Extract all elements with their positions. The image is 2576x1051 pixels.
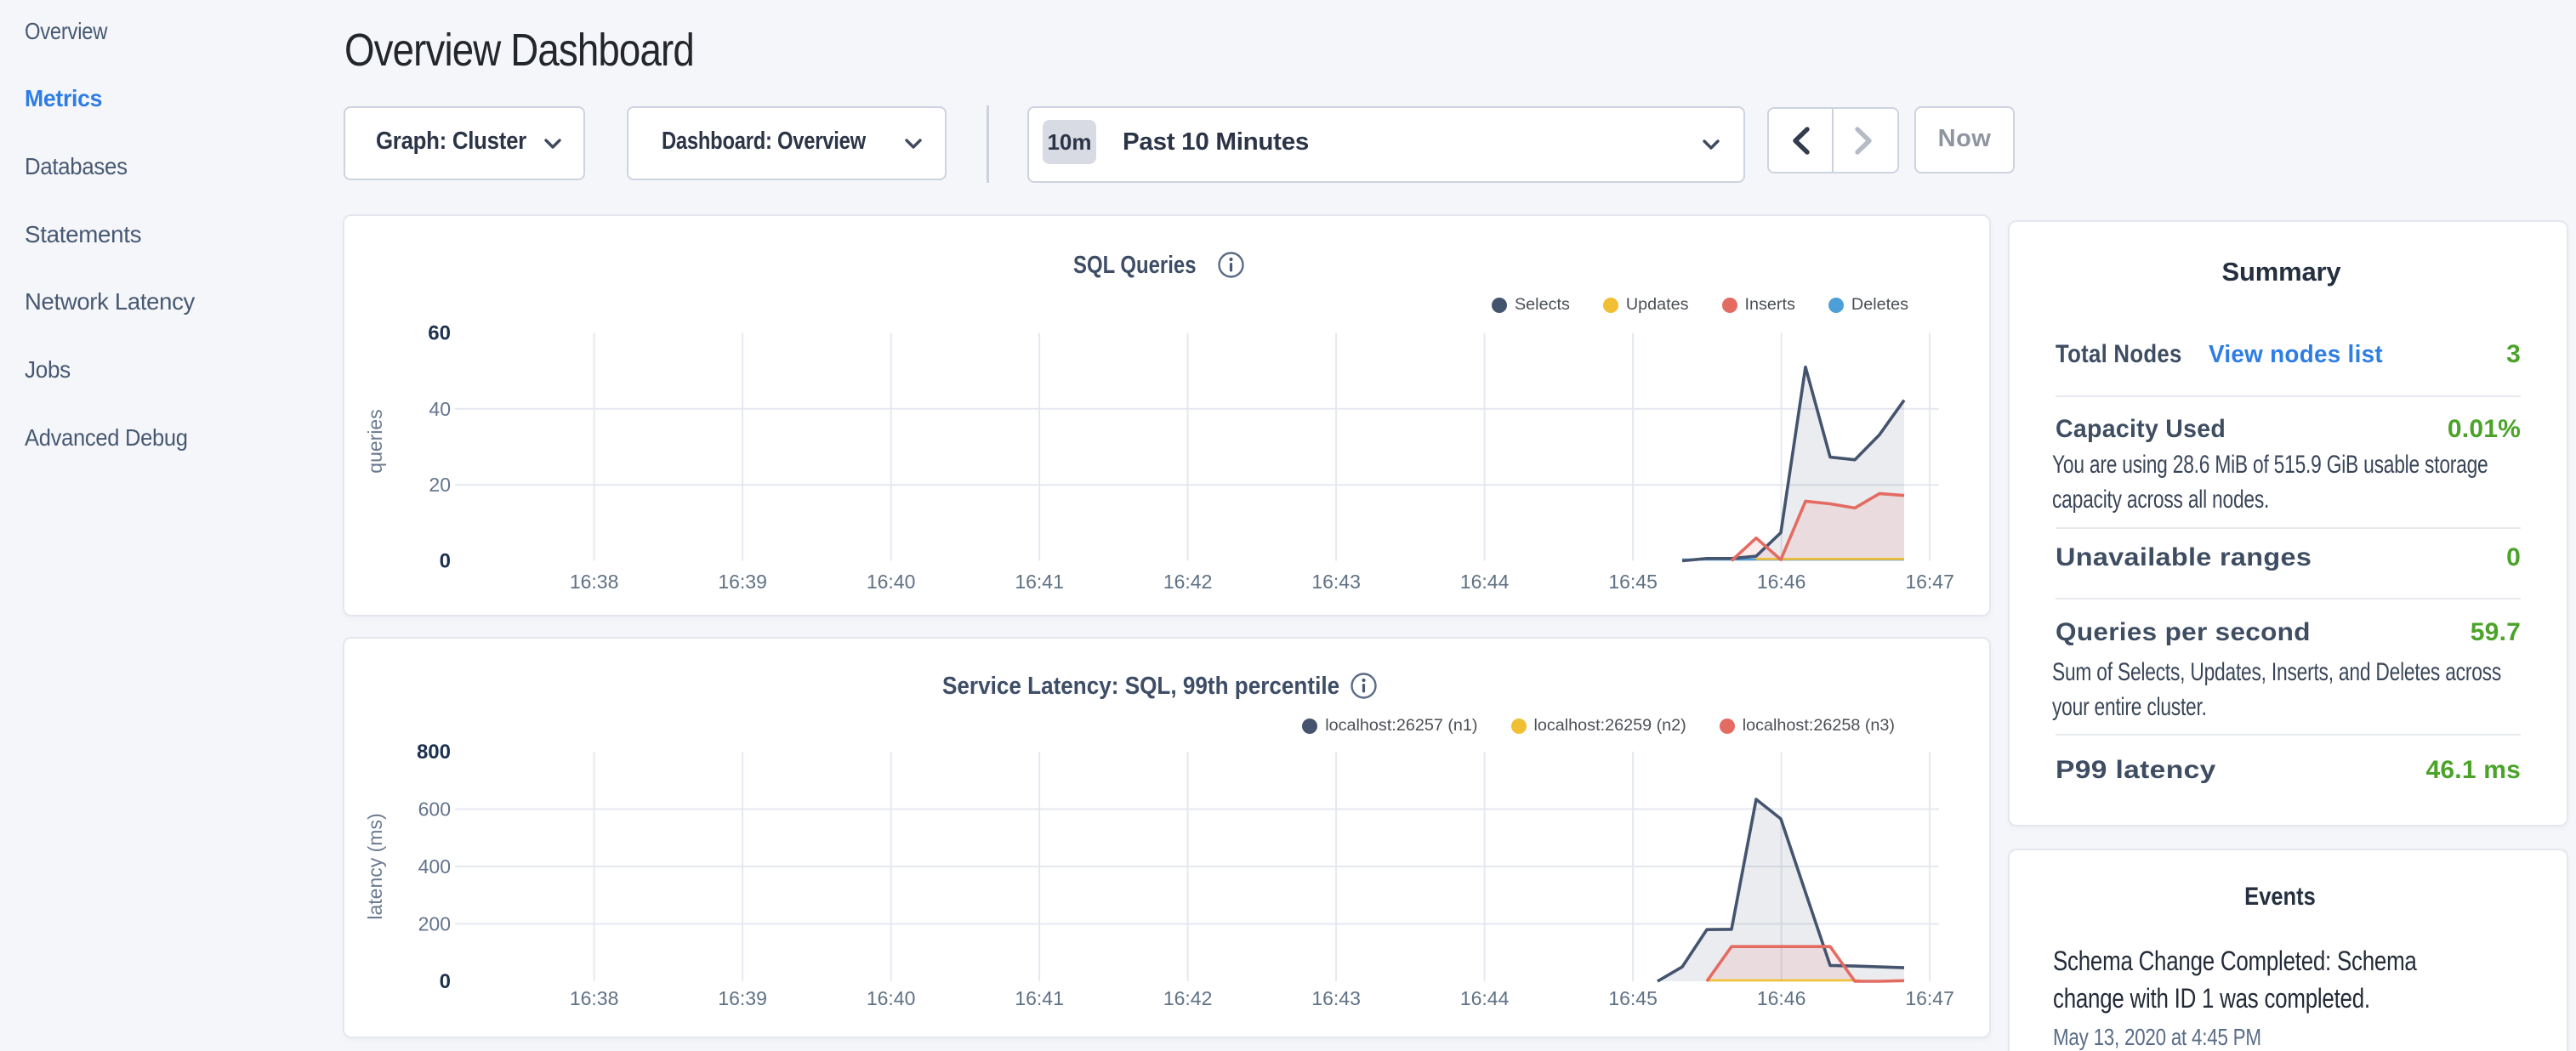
svg-text:queries: queries [364, 409, 386, 473]
svg-text:16:46: 16:46 [1757, 571, 1806, 593]
svg-text:16:39: 16:39 [718, 571, 767, 593]
svg-text:16:46: 16:46 [1757, 987, 1806, 1009]
svg-text:16:43: 16:43 [1311, 987, 1361, 1009]
svg-text:60: 60 [428, 322, 451, 345]
svg-text:latency (ms): latency (ms) [364, 813, 386, 919]
svg-text:200: 200 [418, 913, 451, 935]
svg-text:16:38: 16:38 [570, 987, 619, 1009]
svg-text:16:47: 16:47 [1905, 987, 1954, 1009]
svg-text:16:44: 16:44 [1460, 571, 1510, 593]
svg-text:16:39: 16:39 [718, 987, 767, 1009]
svg-text:600: 600 [418, 798, 451, 821]
svg-text:400: 400 [418, 855, 451, 878]
svg-text:40: 40 [429, 398, 451, 420]
svg-text:16:41: 16:41 [1015, 987, 1064, 1009]
svg-text:16:43: 16:43 [1311, 571, 1361, 593]
svg-text:16:41: 16:41 [1015, 571, 1064, 593]
svg-text:16:42: 16:42 [1163, 987, 1213, 1009]
svg-text:16:47: 16:47 [1905, 571, 1954, 593]
svg-text:16:44: 16:44 [1460, 987, 1510, 1009]
svg-text:16:40: 16:40 [867, 987, 916, 1009]
svg-text:16:42: 16:42 [1163, 571, 1213, 593]
svg-text:16:45: 16:45 [1608, 987, 1658, 1009]
svg-text:16:38: 16:38 [570, 571, 619, 593]
svg-text:0: 0 [440, 550, 451, 573]
svg-text:0: 0 [440, 970, 451, 993]
svg-text:16:40: 16:40 [867, 571, 916, 593]
svg-text:20: 20 [429, 474, 451, 496]
svg-text:800: 800 [417, 741, 451, 764]
svg-text:16:45: 16:45 [1608, 571, 1658, 593]
